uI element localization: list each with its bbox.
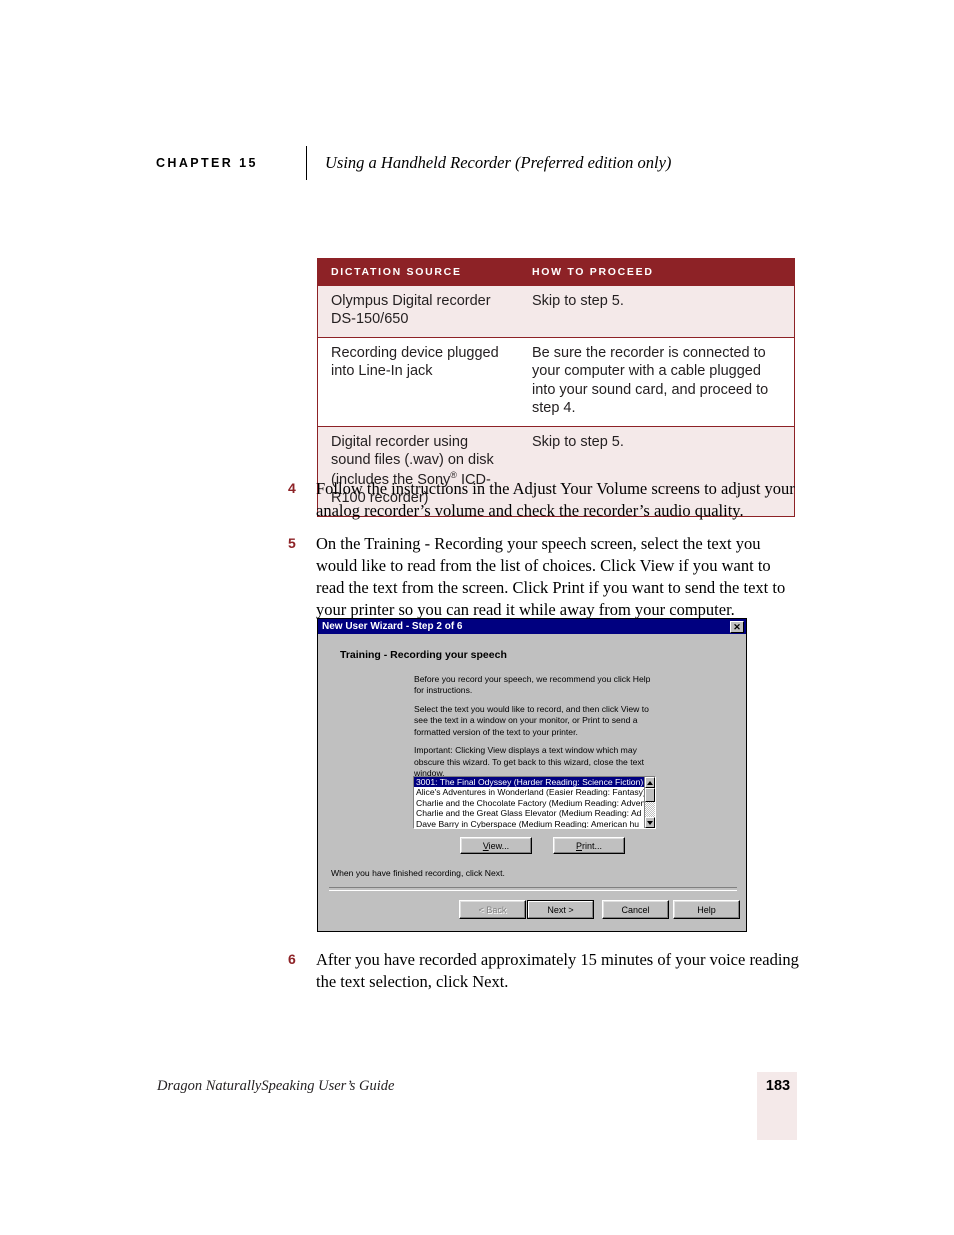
list-item[interactable]: Alice's Adventures in Wonderland (Easier… bbox=[414, 787, 644, 797]
dialog-title: New User Wizard - Step 2 of 6 bbox=[322, 621, 463, 632]
page-number: 183 bbox=[765, 1078, 791, 1094]
step-item-6: 6 After you have recorded approximately … bbox=[288, 949, 800, 993]
list-item[interactable]: Charlie and the Chocolate Factory (Mediu… bbox=[414, 798, 644, 808]
table-row: Olympus Digital recorder DS-150/650 Skip… bbox=[317, 285, 795, 338]
back-button[interactable]: < Back bbox=[459, 900, 526, 919]
listbox-items[interactable]: 3001: The Final Odyssey (Harder Reading:… bbox=[414, 777, 644, 828]
cell-dictation-source: Olympus Digital recorder DS-150/650 bbox=[317, 285, 521, 338]
text-selection-listbox[interactable]: 3001: The Final Odyssey (Harder Reading:… bbox=[413, 776, 656, 829]
print-button[interactable]: Print... bbox=[553, 837, 625, 854]
cell-how-to-proceed: Be sure the recorder is connected to you… bbox=[521, 337, 795, 427]
dialog-note: When you have finished recording, click … bbox=[331, 868, 505, 878]
scroll-down-arrow-icon[interactable] bbox=[645, 817, 655, 828]
table-row: Recording device plugged into Line-In ja… bbox=[317, 337, 795, 427]
dialog-separator bbox=[329, 887, 737, 891]
cell-how-to-proceed: Skip to step 5. bbox=[521, 285, 795, 338]
view-button[interactable]: View... bbox=[460, 837, 532, 854]
scroll-up-arrow-icon[interactable] bbox=[645, 777, 655, 788]
column-header-how-to-proceed: HOW TO PROCEED bbox=[521, 258, 795, 286]
print-button-label-rest: rint... bbox=[582, 840, 603, 851]
column-header-dictation-source: DICTATION SOURCE bbox=[317, 258, 521, 286]
step-item-4: 4 Follow the instructions in the Adjust … bbox=[288, 478, 800, 522]
dialog-titlebar: New User Wizard - Step 2 of 6 ✕ bbox=[318, 619, 746, 634]
step-text: On the Training - Recording your speech … bbox=[316, 534, 786, 619]
step-number: 5 bbox=[288, 535, 296, 551]
instruction-paragraph-2: Select the text you would like to record… bbox=[414, 703, 649, 737]
step-item-5: 5 On the Training - Recording your speec… bbox=[288, 533, 800, 621]
dialog-heading: Training - Recording your speech bbox=[340, 649, 507, 661]
list-item[interactable]: Charlie and the Great Glass Elevator (Me… bbox=[414, 808, 644, 818]
new-user-wizard-dialog: New User Wizard - Step 2 of 6 ✕ Training… bbox=[317, 618, 747, 932]
cell-dictation-source: Recording device plugged into Line-In ja… bbox=[317, 337, 521, 427]
list-item[interactable]: 3001: The Final Odyssey (Harder Reading:… bbox=[414, 777, 644, 788]
table-header-row: DICTATION SOURCE HOW TO PROCEED bbox=[317, 258, 795, 286]
next-button-label: Next > bbox=[528, 901, 593, 918]
running-head: CHAPTER 15 Using a Handheld Recorder (Pr… bbox=[156, 146, 816, 180]
dialog-instructions: Before you record your speech, we recomm… bbox=[414, 674, 660, 786]
cancel-button[interactable]: Cancel bbox=[602, 900, 669, 919]
chapter-title: Using a Handheld Recorder (Preferred edi… bbox=[325, 153, 672, 172]
scrollbar-track[interactable] bbox=[645, 802, 655, 817]
instruction-paragraph-3: Important: Clicking View displays a text… bbox=[414, 745, 645, 778]
listbox-scrollbar[interactable] bbox=[644, 777, 655, 828]
instruction-paragraph-1: Before you record your speech, we recomm… bbox=[414, 674, 651, 696]
step-number: 4 bbox=[288, 480, 296, 496]
close-icon[interactable]: ✕ bbox=[730, 620, 744, 633]
step-text: Follow the instructions in the Adjust Yo… bbox=[316, 479, 795, 520]
step-number: 6 bbox=[288, 951, 296, 967]
next-button[interactable]: Next > bbox=[527, 900, 594, 919]
help-button[interactable]: Help bbox=[673, 900, 740, 919]
list-item[interactable]: Dave Barry in Cyberspace (Medium Reading… bbox=[414, 819, 644, 828]
chapter-label: CHAPTER 15 bbox=[156, 156, 258, 170]
header-divider bbox=[306, 146, 307, 180]
view-button-label-rest: iew... bbox=[488, 840, 510, 851]
footer-title: Dragon NaturallySpeaking User’s Guide bbox=[157, 1078, 395, 1094]
step-text: After you have recorded approximately 15… bbox=[316, 950, 799, 991]
scrollbar-thumb[interactable] bbox=[645, 788, 655, 802]
